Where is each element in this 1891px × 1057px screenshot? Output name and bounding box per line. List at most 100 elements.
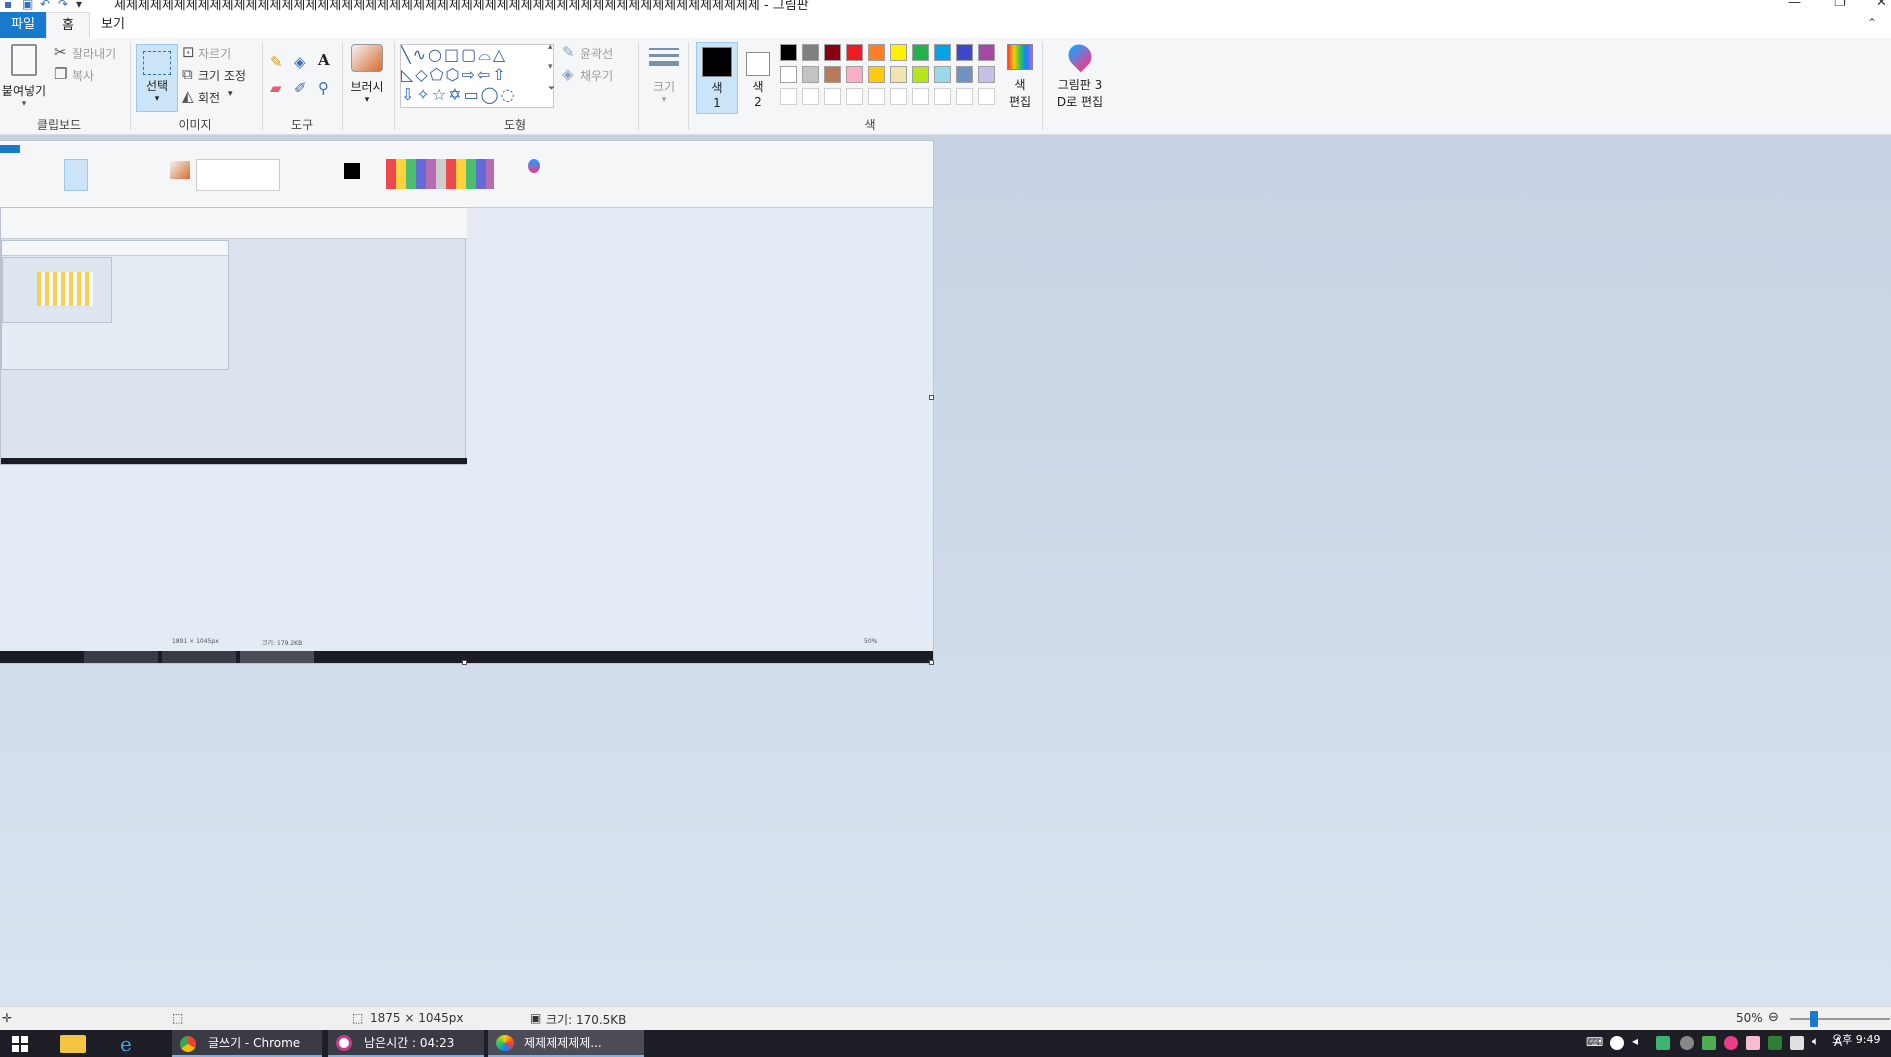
tray-note-icon[interactable] <box>1746 1036 1760 1050</box>
tray-app-icon[interactable] <box>1610 1036 1624 1050</box>
canvas-area[interactable]: 1891 × 1045px 크기: 179.2KB 50% <box>0 135 1891 1006</box>
palette-swatch[interactable] <box>956 66 973 83</box>
brush-icon <box>351 44 383 72</box>
palette-swatch[interactable] <box>846 66 863 83</box>
color-picker-icon[interactable]: ✐ <box>294 80 307 96</box>
zoom-slider-track[interactable] <box>1790 1018 1890 1020</box>
palette-swatch[interactable] <box>890 44 907 61</box>
rotate-button[interactable]: 회전 <box>198 89 220 106</box>
eraser-icon[interactable]: ▰ <box>270 80 282 96</box>
resize-handle-right[interactable] <box>929 395 934 400</box>
customize-quick-access-icon[interactable]: ▾ <box>76 0 82 11</box>
tray-box-icon[interactable] <box>1790 1036 1804 1050</box>
zoom-slider-thumb[interactable] <box>1810 1011 1818 1027</box>
palette-swatch[interactable] <box>780 44 797 61</box>
shapes-scroll-down-icon[interactable]: ▾ <box>548 62 553 72</box>
color2-button[interactable]: 색 2 <box>738 42 778 112</box>
palette-swatch[interactable] <box>978 44 995 61</box>
cut-button[interactable]: 잘라내기 <box>72 45 116 62</box>
tab-home[interactable]: 홈 <box>46 12 90 40</box>
volume-icon[interactable]: 🔈︎ <box>1812 1034 1819 1049</box>
zoom-level: 50% <box>1736 1011 1763 1025</box>
tray-k-icon[interactable] <box>1656 1036 1670 1050</box>
clock[interactable]: 오후 9:49 <box>1832 1031 1880 1047</box>
ribbon-divider <box>262 42 263 130</box>
palette-swatch[interactable] <box>846 44 863 61</box>
close-button[interactable]: ✕ <box>1876 0 1887 10</box>
palette-swatch[interactable] <box>912 66 929 83</box>
speaker-muted-icon[interactable]: ◂ <box>1632 1034 1638 1048</box>
tab-view[interactable]: 보기 <box>88 12 138 38</box>
text-icon[interactable]: A <box>318 52 330 68</box>
zoom-out-icon[interactable]: ⊖ <box>1768 1010 1779 1025</box>
save-icon[interactable]: ▣ <box>22 0 33 11</box>
palette-swatch[interactable] <box>824 66 841 83</box>
window-title: 세제제제제제제제제제제제제제제제제제제제제제제제제제제제제제제제제제제제제제제제… <box>114 0 809 12</box>
custom-color-slot[interactable] <box>780 88 797 105</box>
shapes-more-icon[interactable]: ⏷ <box>548 84 555 94</box>
paint3d-button[interactable]: 그림판 3 D로 편집 <box>1048 39 1112 112</box>
custom-color-slot[interactable] <box>824 88 841 105</box>
shapes-gallery[interactable]: ╲∿○□▢⌓△ ◺◇⬠⬡⇨⇦⇧ ⇩✧☆✡▭◯◌ <box>400 44 554 108</box>
custom-color-slot[interactable] <box>956 88 973 105</box>
tab-file[interactable]: 파일 <box>0 12 46 38</box>
tray-shield-icon[interactable] <box>1768 1036 1782 1050</box>
collapse-ribbon-icon[interactable]: ⌃ <box>1867 16 1877 30</box>
select-button[interactable]: 선택 ▾ <box>136 44 178 112</box>
minimize-button[interactable]: — <box>1788 0 1801 10</box>
palette-swatch[interactable] <box>890 66 907 83</box>
tray-green-icon[interactable] <box>1702 1036 1716 1050</box>
task-paint[interactable]: 제제제제제제... <box>488 1030 644 1057</box>
chevron-down-icon: ▾ <box>364 95 370 105</box>
copy-button[interactable]: 복사 <box>72 67 94 84</box>
palette-swatch[interactable] <box>868 44 885 61</box>
undo-icon[interactable]: ↶ <box>40 0 50 11</box>
pencil-icon[interactable]: ✎ <box>270 54 283 70</box>
file-explorer-icon[interactable] <box>60 1035 86 1053</box>
custom-color-slot[interactable] <box>846 88 863 105</box>
brush-button[interactable]: 브러시 ▾ <box>346 42 388 112</box>
paint-app-icon: ▪ <box>4 0 13 11</box>
tray-pink-icon[interactable] <box>1724 1036 1738 1050</box>
task-chrome[interactable]: 글쓰기 - Chrome <box>172 1030 322 1057</box>
resize-handle-corner[interactable] <box>929 660 934 665</box>
network-icon[interactable]: ⌨ <box>1586 1035 1603 1049</box>
palette-swatch[interactable] <box>934 44 951 61</box>
custom-color-slot[interactable] <box>978 88 995 105</box>
palette-swatch[interactable] <box>934 66 951 83</box>
size-button[interactable]: 크기 ▾ <box>644 42 684 108</box>
magnifier-icon[interactable]: ⚲ <box>318 80 329 96</box>
color1-button[interactable]: 색 1 <box>696 42 738 114</box>
edit-colors-button[interactable]: 색 편집 <box>1002 42 1038 112</box>
resize-handle-bottom[interactable] <box>462 660 467 665</box>
shapes-scroll-up-icon[interactable]: ▴ <box>548 42 553 52</box>
palette-swatch[interactable] <box>868 66 885 83</box>
palette-swatch[interactable] <box>824 44 841 61</box>
outline-button[interactable]: 윤곽선 <box>580 45 613 62</box>
palette-swatch[interactable] <box>956 44 973 61</box>
custom-color-slot[interactable] <box>912 88 929 105</box>
crop-button[interactable]: 자르기 <box>198 45 231 62</box>
task-timer[interactable]: 남은시간 : 04:23 <box>328 1030 484 1057</box>
title-bar: ▪ ▣ ↶ ↷ ▾ 세제제제제제제제제제제제제제제제제제제제제제제제제제제제제제… <box>0 0 1891 12</box>
start-button[interactable] <box>12 1036 28 1052</box>
custom-color-slot[interactable] <box>890 88 907 105</box>
custom-color-slot[interactable] <box>868 88 885 105</box>
custom-color-slot[interactable] <box>802 88 819 105</box>
palette-swatch[interactable] <box>802 44 819 61</box>
custom-color-slot[interactable] <box>934 88 951 105</box>
tray-g-icon[interactable] <box>1680 1036 1694 1050</box>
palette-swatch[interactable] <box>978 66 995 83</box>
redo-icon[interactable]: ↷ <box>58 0 68 11</box>
fill-button[interactable]: 채우기 <box>580 67 613 84</box>
palette-swatch[interactable] <box>912 44 929 61</box>
fill-bucket-icon[interactable]: ◈ <box>294 54 306 70</box>
maximize-button[interactable]: ❐ <box>1834 0 1846 10</box>
palette-swatch[interactable] <box>780 66 797 83</box>
canvas-image[interactable]: 1891 × 1045px 크기: 179.2KB 50% <box>0 141 933 663</box>
paste-button[interactable]: 붙여넣기 ▾ <box>0 42 48 112</box>
palette-swatch[interactable] <box>802 66 819 83</box>
resize-button[interactable]: 크기 조정 <box>198 67 246 84</box>
internet-explorer-icon[interactable]: e <box>120 1032 132 1056</box>
chevron-down-icon[interactable]: ▾ <box>228 89 233 99</box>
